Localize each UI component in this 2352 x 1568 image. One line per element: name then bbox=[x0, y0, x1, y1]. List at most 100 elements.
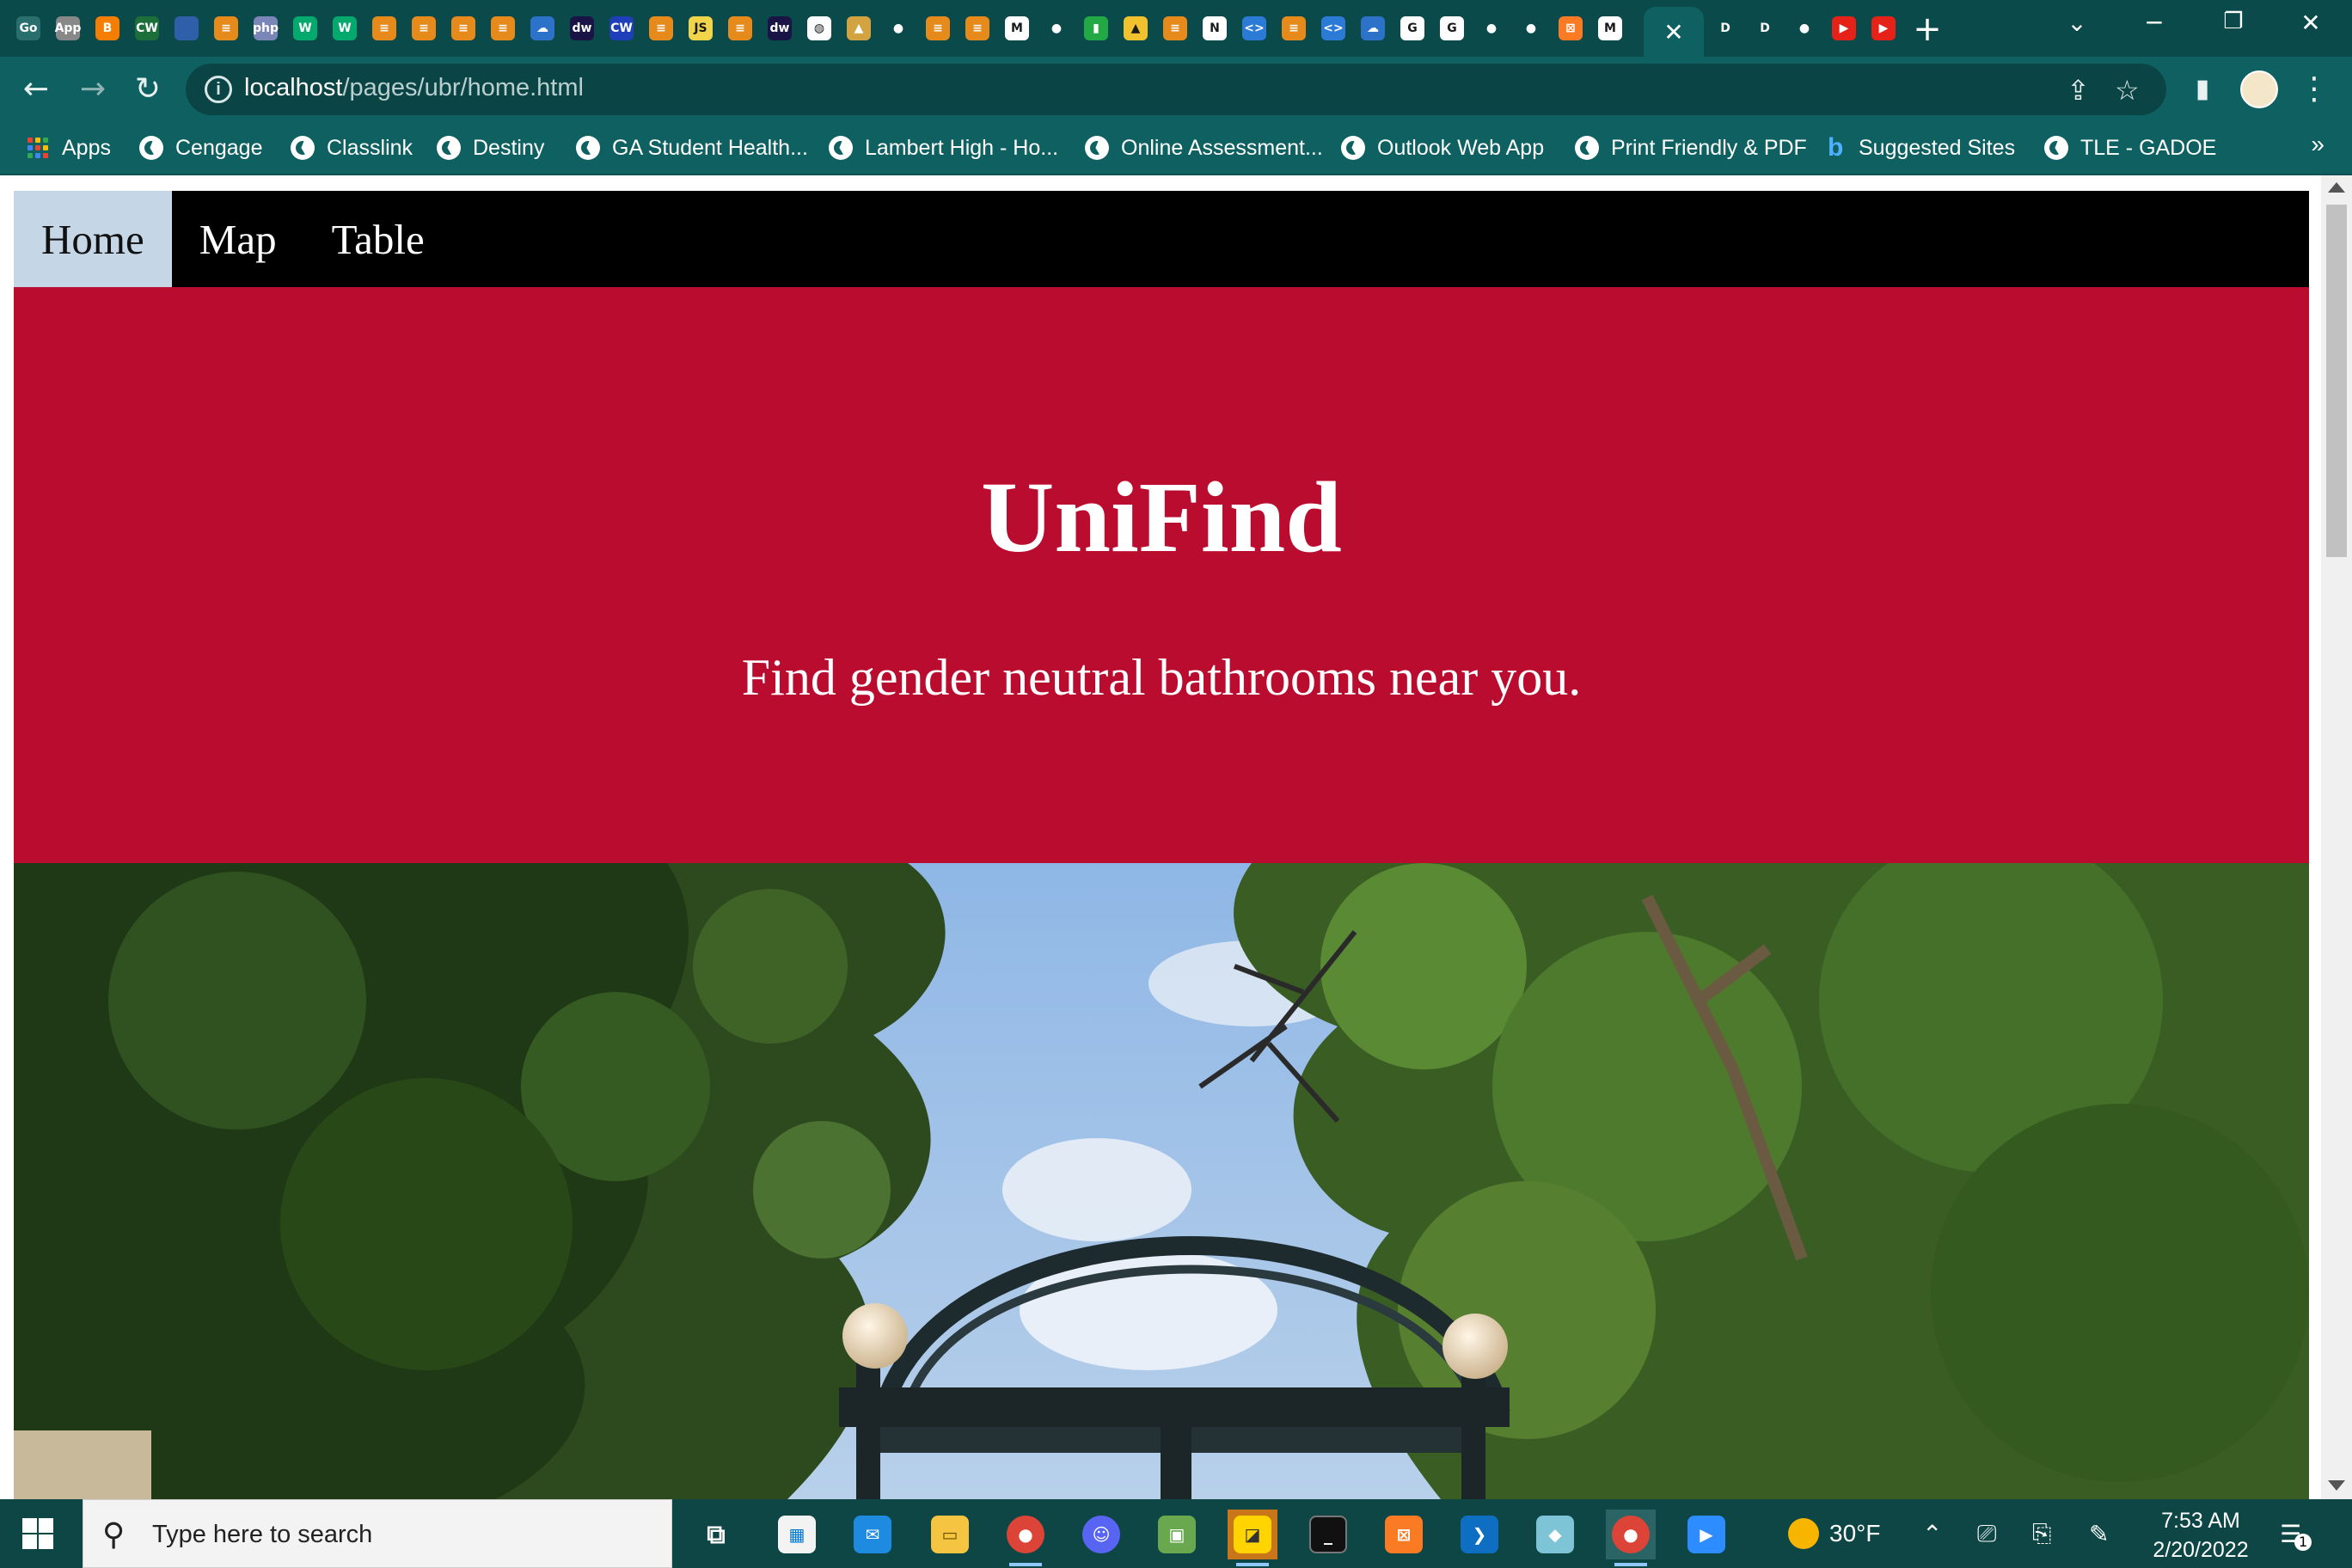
profile-avatar[interactable] bbox=[2240, 70, 2278, 108]
bookmark-item[interactable]: Lambert High - Ho... bbox=[829, 131, 1058, 165]
browser-tab[interactable]: ▶ bbox=[1824, 10, 1864, 46]
browser-menu-icon[interactable]: ⋮ bbox=[2295, 70, 2333, 108]
nav-link-home[interactable]: Home bbox=[14, 191, 172, 287]
browser-tab[interactable]: ● bbox=[1472, 10, 1511, 46]
browser-tab[interactable]: G bbox=[1393, 10, 1432, 46]
nav-link-table[interactable]: Table bbox=[304, 191, 452, 287]
bookmark-item[interactable]: TLE - GADOE bbox=[2044, 131, 2216, 165]
scrollbar-thumb[interactable] bbox=[2326, 205, 2347, 557]
bookmark-item[interactable]: GA Student Health... bbox=[576, 131, 808, 165]
close-window-button[interactable]: ✕ bbox=[2294, 9, 2328, 43]
browser-tab[interactable]: Go bbox=[9, 10, 48, 46]
taskbar-chrome-profile[interactable]: ● bbox=[1606, 1510, 1656, 1566]
bookmark-star-icon[interactable]: ☆ bbox=[2115, 74, 2140, 107]
nav-link-map[interactable]: Map bbox=[172, 191, 304, 287]
pen-icon[interactable]: ✎ bbox=[2089, 1499, 2109, 1568]
bookmark-item[interactable]: Online Assessment... bbox=[1085, 131, 1323, 165]
browser-tab[interactable]: W bbox=[285, 10, 325, 46]
active-tab[interactable]: ✕ bbox=[1644, 7, 1704, 57]
taskbar-xampp[interactable]: ⊠ bbox=[1379, 1510, 1429, 1559]
restore-window-button[interactable]: ❐ bbox=[2216, 9, 2251, 43]
forward-button[interactable]: → bbox=[74, 70, 112, 108]
bookmark-item[interactable]: Outlook Web App bbox=[1341, 131, 1544, 165]
browser-tab[interactable]: ● bbox=[879, 10, 918, 46]
browser-tab[interactable]: ≡ bbox=[1274, 10, 1314, 46]
weather-widget[interactable]: 30°F bbox=[1788, 1499, 1880, 1568]
back-button[interactable]: ← bbox=[17, 70, 55, 108]
browser-tab[interactable]: App bbox=[48, 10, 88, 46]
browser-tab[interactable]: ◍ bbox=[799, 10, 839, 46]
taskbar-zoom[interactable]: ▶ bbox=[1681, 1510, 1731, 1559]
browser-tab[interactable]: ▮ bbox=[1076, 10, 1116, 46]
browser-tab[interactable]: ☁ bbox=[1353, 10, 1393, 46]
taskbar-minecraft[interactable]: ▣ bbox=[1152, 1510, 1202, 1559]
taskbar-sticky-notes[interactable]: ◪ bbox=[1228, 1510, 1277, 1566]
browser-tab[interactable]: ≡ bbox=[483, 10, 523, 46]
browser-tab[interactable]: ≡ bbox=[720, 10, 760, 46]
meet-now-icon[interactable]: ⎚ bbox=[1977, 1499, 1996, 1568]
browser-tab[interactable]: ≡ bbox=[641, 10, 681, 46]
bookmark-item[interactable]: Destiny bbox=[437, 131, 544, 165]
windows-start-button[interactable] bbox=[22, 1518, 53, 1549]
browser-tab[interactable]: CW bbox=[127, 10, 167, 46]
taskbar-mail[interactable]: ✉ bbox=[848, 1510, 897, 1559]
browser-tab[interactable]: D bbox=[1706, 10, 1745, 46]
browser-tab[interactable]: ▶ bbox=[1864, 10, 1903, 46]
browser-tab[interactable]: W bbox=[325, 10, 364, 46]
browser-tab[interactable]: ▲ bbox=[1116, 10, 1155, 46]
browser-tab[interactable]: M bbox=[1590, 10, 1630, 46]
taskbar-discord[interactable]: ☺ bbox=[1076, 1510, 1126, 1559]
browser-tab[interactable]: B bbox=[88, 10, 127, 46]
taskbar-clock[interactable]: 7:53 AM 2/20/2022 bbox=[2123, 1506, 2278, 1565]
taskbar-store[interactable]: ▦ bbox=[772, 1510, 822, 1559]
browser-tab[interactable]: ≡ bbox=[918, 10, 958, 46]
taskbar-app-crystal[interactable]: ◆ bbox=[1530, 1510, 1580, 1559]
url-text[interactable]: localhost/pages/ubr/home.html bbox=[244, 74, 584, 102]
bookmark-item[interactable]: b Suggested Sites bbox=[1828, 131, 2015, 165]
reload-button[interactable]: ↻ bbox=[129, 70, 167, 108]
browser-tab[interactable]: N bbox=[1195, 10, 1234, 46]
notification-center-icon[interactable]: ☰ 1 bbox=[2280, 1499, 2312, 1568]
browser-tab[interactable]: ≡ bbox=[364, 10, 404, 46]
browser-tab[interactable]: ● bbox=[1785, 10, 1824, 46]
browser-tab[interactable]: CW bbox=[602, 10, 641, 46]
taskbar-vscode[interactable]: ❯ bbox=[1455, 1510, 1504, 1559]
browser-tab[interactable]: ≡ bbox=[444, 10, 483, 46]
address-bar[interactable]: i localhost/pages/ubr/home.html ⇪ ☆ bbox=[186, 64, 2166, 115]
close-tab-icon[interactable]: ✕ bbox=[1663, 18, 1683, 46]
share-icon[interactable]: ⇪ bbox=[2067, 74, 2090, 107]
tab-search-chevron-icon[interactable]: ⌄ bbox=[2060, 9, 2094, 43]
bookmark-item[interactable]: Apps bbox=[26, 131, 111, 165]
browser-tab[interactable]: JS bbox=[681, 10, 720, 46]
browser-tab[interactable]: <> bbox=[1234, 10, 1274, 46]
browser-tab[interactable]: php bbox=[246, 10, 285, 46]
bookmark-item[interactable]: Cengage bbox=[139, 131, 262, 165]
show-hidden-icons-chevron-icon[interactable]: ⌃ bbox=[1922, 1499, 1942, 1568]
browser-tab[interactable]: M bbox=[997, 10, 1037, 46]
browser-tab[interactable]: ≡ bbox=[404, 10, 444, 46]
bookmark-item[interactable]: Print Friendly & PDF bbox=[1575, 131, 1807, 165]
scroll-up-arrow-icon[interactable] bbox=[2328, 182, 2345, 193]
browser-tab[interactable]: ≡ bbox=[958, 10, 997, 46]
browser-tab[interactable]: ● bbox=[1037, 10, 1076, 46]
taskbar-file-explorer[interactable]: ▭ bbox=[925, 1510, 975, 1559]
taskbar-search-box[interactable]: ⚲ Type here to search bbox=[83, 1499, 672, 1568]
site-info-icon[interactable]: i bbox=[205, 76, 232, 103]
browser-tab[interactable]: ≡ bbox=[206, 10, 246, 46]
display-icon[interactable]: ⎘ bbox=[2032, 1499, 2051, 1568]
new-tab-button[interactable]: + bbox=[1910, 12, 1945, 46]
browser-tab[interactable]: G bbox=[1432, 10, 1472, 46]
browser-tab[interactable]: ⊠ bbox=[1551, 10, 1590, 46]
task-view-button[interactable]: ⧉ bbox=[691, 1510, 741, 1559]
browser-tab[interactable]: dw bbox=[562, 10, 602, 46]
bookmark-item[interactable]: Classlink bbox=[291, 131, 413, 165]
browser-tab[interactable]: D bbox=[1745, 10, 1785, 46]
taskbar-chrome[interactable]: ● bbox=[1001, 1510, 1050, 1566]
browser-tab[interactable]: <> bbox=[1314, 10, 1353, 46]
browser-tab[interactable]: dw bbox=[760, 10, 799, 46]
browser-tab[interactable]: ≡ bbox=[1155, 10, 1195, 46]
browser-tab[interactable]: ☁ bbox=[523, 10, 562, 46]
scroll-down-arrow-icon[interactable] bbox=[2328, 1480, 2345, 1491]
browser-tab[interactable]: ● bbox=[1511, 10, 1551, 46]
page-scrollbar[interactable] bbox=[2321, 175, 2352, 1499]
